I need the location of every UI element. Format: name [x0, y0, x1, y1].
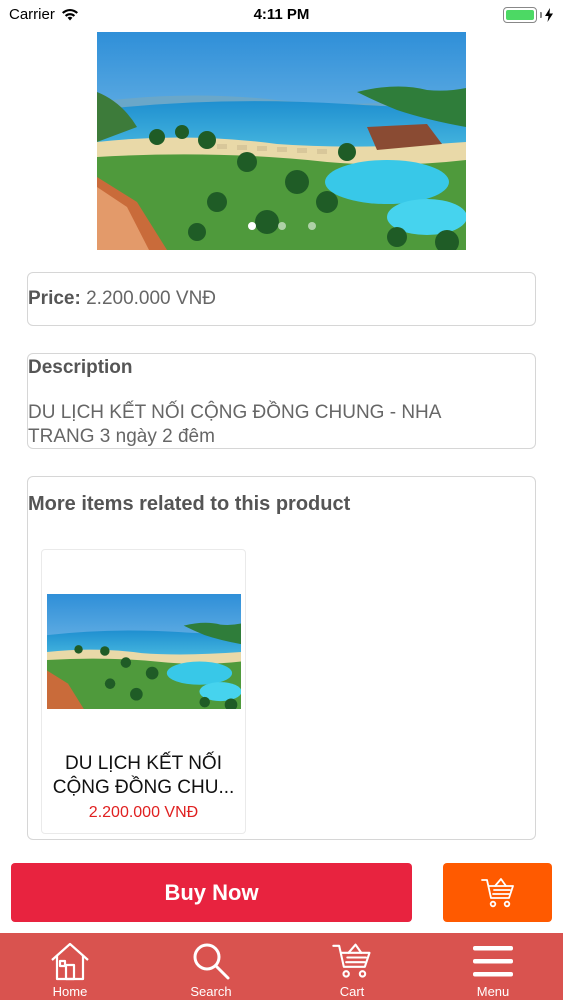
related-product-image	[47, 594, 241, 709]
price-card: Price: 2.200.000 VNĐ	[27, 272, 536, 326]
tab-home[interactable]: Home	[25, 933, 115, 1000]
search-icon	[193, 943, 230, 980]
description-text: DU LỊCH KẾT NỐI CỘNG ĐỒNG CHUNG - NHA TR…	[28, 402, 441, 447]
charging-icon	[545, 8, 553, 22]
beach-resort-photo	[97, 32, 466, 250]
tab-cart[interactable]: Cart	[307, 933, 397, 1000]
beach-resort-thumbnail	[47, 594, 241, 709]
tab-cart-label: Cart	[339, 984, 365, 999]
status-bar: Carrier 4:11 PM	[0, 0, 563, 30]
tab-menu[interactable]: Menu	[448, 933, 538, 1000]
home-icon	[51, 942, 89, 981]
price-value: 2.200.000 VNĐ	[86, 288, 217, 309]
buy-now-button[interactable]: Buy Now	[11, 863, 412, 922]
product-image-carousel[interactable]	[97, 32, 466, 250]
add-to-cart-button[interactable]	[443, 863, 552, 922]
status-time: 4:11 PM	[253, 6, 310, 23]
tab-search[interactable]: Search	[166, 933, 256, 1000]
related-product-price: 2.200.000 VNĐ	[88, 804, 199, 821]
price-line: Price: 2.200.000 VNĐ	[28, 288, 216, 310]
tab-menu-label: Menu	[476, 984, 510, 999]
tab-search-label: Search	[190, 984, 232, 999]
price-label: Price:	[28, 288, 81, 309]
description-title: Description	[28, 357, 133, 378]
related-items-title: More items related to this product	[28, 493, 351, 515]
bottom-tab-bar: Home Search Cart Menu	[0, 933, 563, 1000]
carousel-dot[interactable]	[247, 222, 256, 230]
carousel-dots[interactable]	[97, 222, 466, 230]
carousel-dot[interactable]	[307, 222, 316, 230]
cart-add-icon	[480, 877, 514, 907]
battery-icon	[503, 7, 553, 23]
carousel-dot[interactable]	[277, 222, 286, 230]
tab-home-label: Home	[52, 984, 88, 999]
menu-icon	[473, 946, 513, 977]
related-product-name: DU LỊCH KẾT NỐI CỘNG ĐỒNG CHU...	[52, 753, 235, 798]
related-items-card: More items related to this product DU LỊ…	[27, 476, 536, 840]
related-product-card[interactable]: DU LỊCH KẾT NỐI CỘNG ĐỒNG CHU... 2.200.0…	[41, 549, 246, 834]
cart-icon	[332, 943, 371, 978]
description-card: Description DU LỊCH KẾT NỐI CỘNG ĐỒNG CH…	[27, 353, 536, 449]
